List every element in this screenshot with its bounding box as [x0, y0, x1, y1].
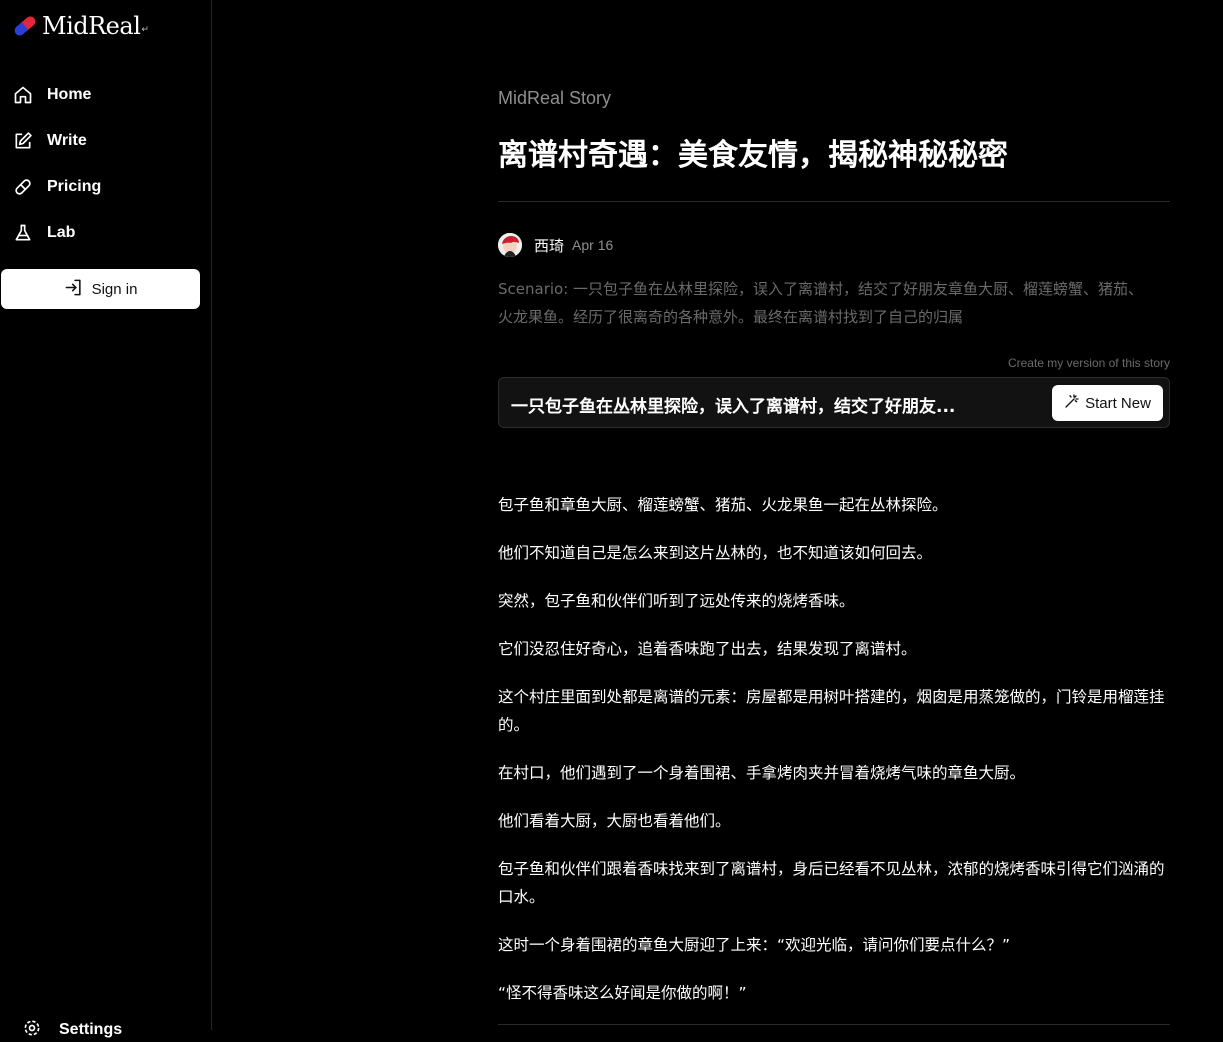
story-paragraph: 突然，包子鱼和伙伴们听到了远处传来的烧烤香味。 — [498, 592, 855, 610]
content-divider — [498, 1024, 1170, 1025]
home-icon — [12, 84, 34, 106]
title-divider — [498, 201, 1170, 202]
avatar[interactable] — [498, 233, 522, 257]
story-paragraph: 这个村庄里面到处都是离谱的元素：房屋都是用树叶搭建的，烟囱是用蒸笼做的，门铃是用… — [498, 688, 1165, 734]
edit-icon — [12, 130, 34, 152]
prompt-text: 一只包子鱼在丛林里探险，误入了离谱村，结交了好朋友... — [511, 397, 956, 417]
sidebar-item-lab[interactable]: Lab — [12, 218, 202, 248]
settings-label: Settings — [59, 1021, 123, 1038]
story-label: MidReal Story — [498, 88, 612, 108]
story-title: 离谱村奇遇：美食友情，揭秘神秘秘密 — [498, 138, 1008, 173]
gear-icon — [22, 1018, 42, 1042]
scenario-text: Scenario: 一只包子鱼在丛林里探险，误入了离谱村，结交了好朋友章鱼大厨、… — [498, 280, 1144, 326]
author-row: 西琦 Apr 16 — [498, 233, 613, 257]
story-paragraph: 在村口，他们遇到了一个身着围裙、手拿烤肉夹并冒着烧烤气味的章鱼大厨。 — [498, 764, 1026, 782]
sidebar-item-settings[interactable]: Settings — [22, 1018, 122, 1042]
story-paragraph: 它们没忍住好奇心，追着香味跑了出去，结果发现了离谱村。 — [498, 640, 917, 658]
brand-mark: ↵ — [141, 25, 149, 35]
sidebar-item-home[interactable]: Home — [12, 80, 202, 110]
sign-in-button[interactable]: Sign in — [1, 269, 200, 309]
story-prompt-box: 一只包子鱼在丛林里探险，误入了离谱村，结交了好朋友... Start New — [498, 377, 1170, 428]
sidebar: MidReal ↵ Home Write Pricing Lab Sign in — [0, 0, 212, 1038]
magic-wand-icon — [1064, 393, 1080, 413]
sidebar-item-label: Write — [47, 132, 87, 149]
story-paragraph: 包子鱼和章鱼大厨、榴莲螃蟹、猪茄、火龙果鱼一起在丛林探险。 — [498, 496, 948, 514]
sidebar-item-label: Lab — [47, 224, 76, 241]
logo-pill-icon — [14, 16, 36, 36]
create-version-label: Create my version of this story — [1007, 356, 1170, 370]
story-paragraph: 他们看着大厨，大厨也看着他们。 — [498, 812, 731, 830]
story-body: 包子鱼和章鱼大厨、榴莲螃蟹、猪茄、火龙果鱼一起在丛林探险。 他们不知道自己是怎么… — [498, 491, 1170, 1027]
sign-in-label: Sign in — [91, 280, 138, 298]
sidebar-item-pricing[interactable]: Pricing — [12, 172, 202, 202]
brand-logo[interactable]: MidReal ↵ — [12, 10, 149, 42]
story-paragraph: “怪不得香味这么好闻是你做的啊！” — [498, 984, 747, 1002]
start-new-button[interactable]: Start New — [1052, 385, 1163, 421]
brand-name: MidReal — [42, 12, 141, 40]
story-paragraph: 包子鱼和伙伴们跟着香味找来到了离谱村，身后已经看不见丛林，浓郁的烧烤香味引得它们… — [498, 860, 1165, 906]
sidebar-item-write[interactable]: Write — [12, 126, 202, 156]
sidebar-item-label: Pricing — [47, 178, 102, 195]
sidebar-item-label: Home — [47, 86, 92, 103]
author-name[interactable]: 西琦 — [534, 235, 564, 256]
flask-icon — [12, 222, 34, 244]
story-paragraph: 他们不知道自己是怎么来到这片丛林的，也不知道该如何回去。 — [498, 544, 933, 562]
story-paragraph: 这时一个身着围裙的章鱼大厨迎了上来：“欢迎光临，请问你们要点什么？” — [498, 936, 1011, 954]
sign-in-icon — [64, 278, 83, 301]
pill-icon — [12, 176, 34, 198]
start-new-label: Start New — [1085, 394, 1151, 412]
publish-date: Apr 16 — [572, 237, 614, 253]
